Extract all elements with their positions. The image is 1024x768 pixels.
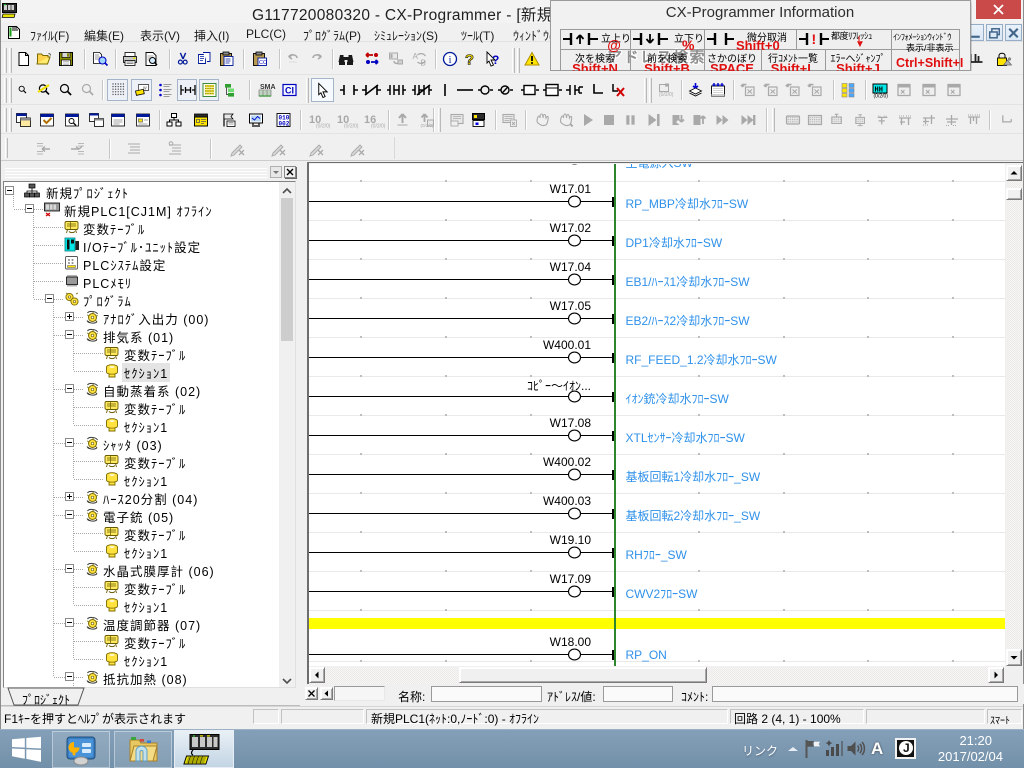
svg-text:(0/2/0): (0/2/0): [421, 123, 435, 128]
svg-text:(0/2/0): (0/2/0): [316, 124, 331, 130]
svg-text:w: w: [143, 86, 147, 92]
svg-text:CI: CI: [285, 86, 294, 96]
svg-text:(0/2/0): (0/2/0): [659, 92, 674, 98]
svg-text:CO: CO: [259, 60, 268, 66]
svg-text:B: B: [421, 59, 426, 68]
svg-text:?: ?: [465, 52, 474, 69]
svg-text:i: i: [449, 55, 452, 66]
svg-text:(0/2/0): (0/2/0): [874, 94, 889, 100]
svg-text:?: ?: [492, 53, 499, 67]
svg-text:!: !: [812, 31, 817, 47]
svg-text:(0/2/0): (0/2/0): [344, 124, 359, 130]
svg-text:(0/2/0): (0/2/0): [371, 124, 386, 130]
svg-text:A: A: [413, 52, 419, 61]
svg-text:002: 002: [279, 121, 290, 128]
